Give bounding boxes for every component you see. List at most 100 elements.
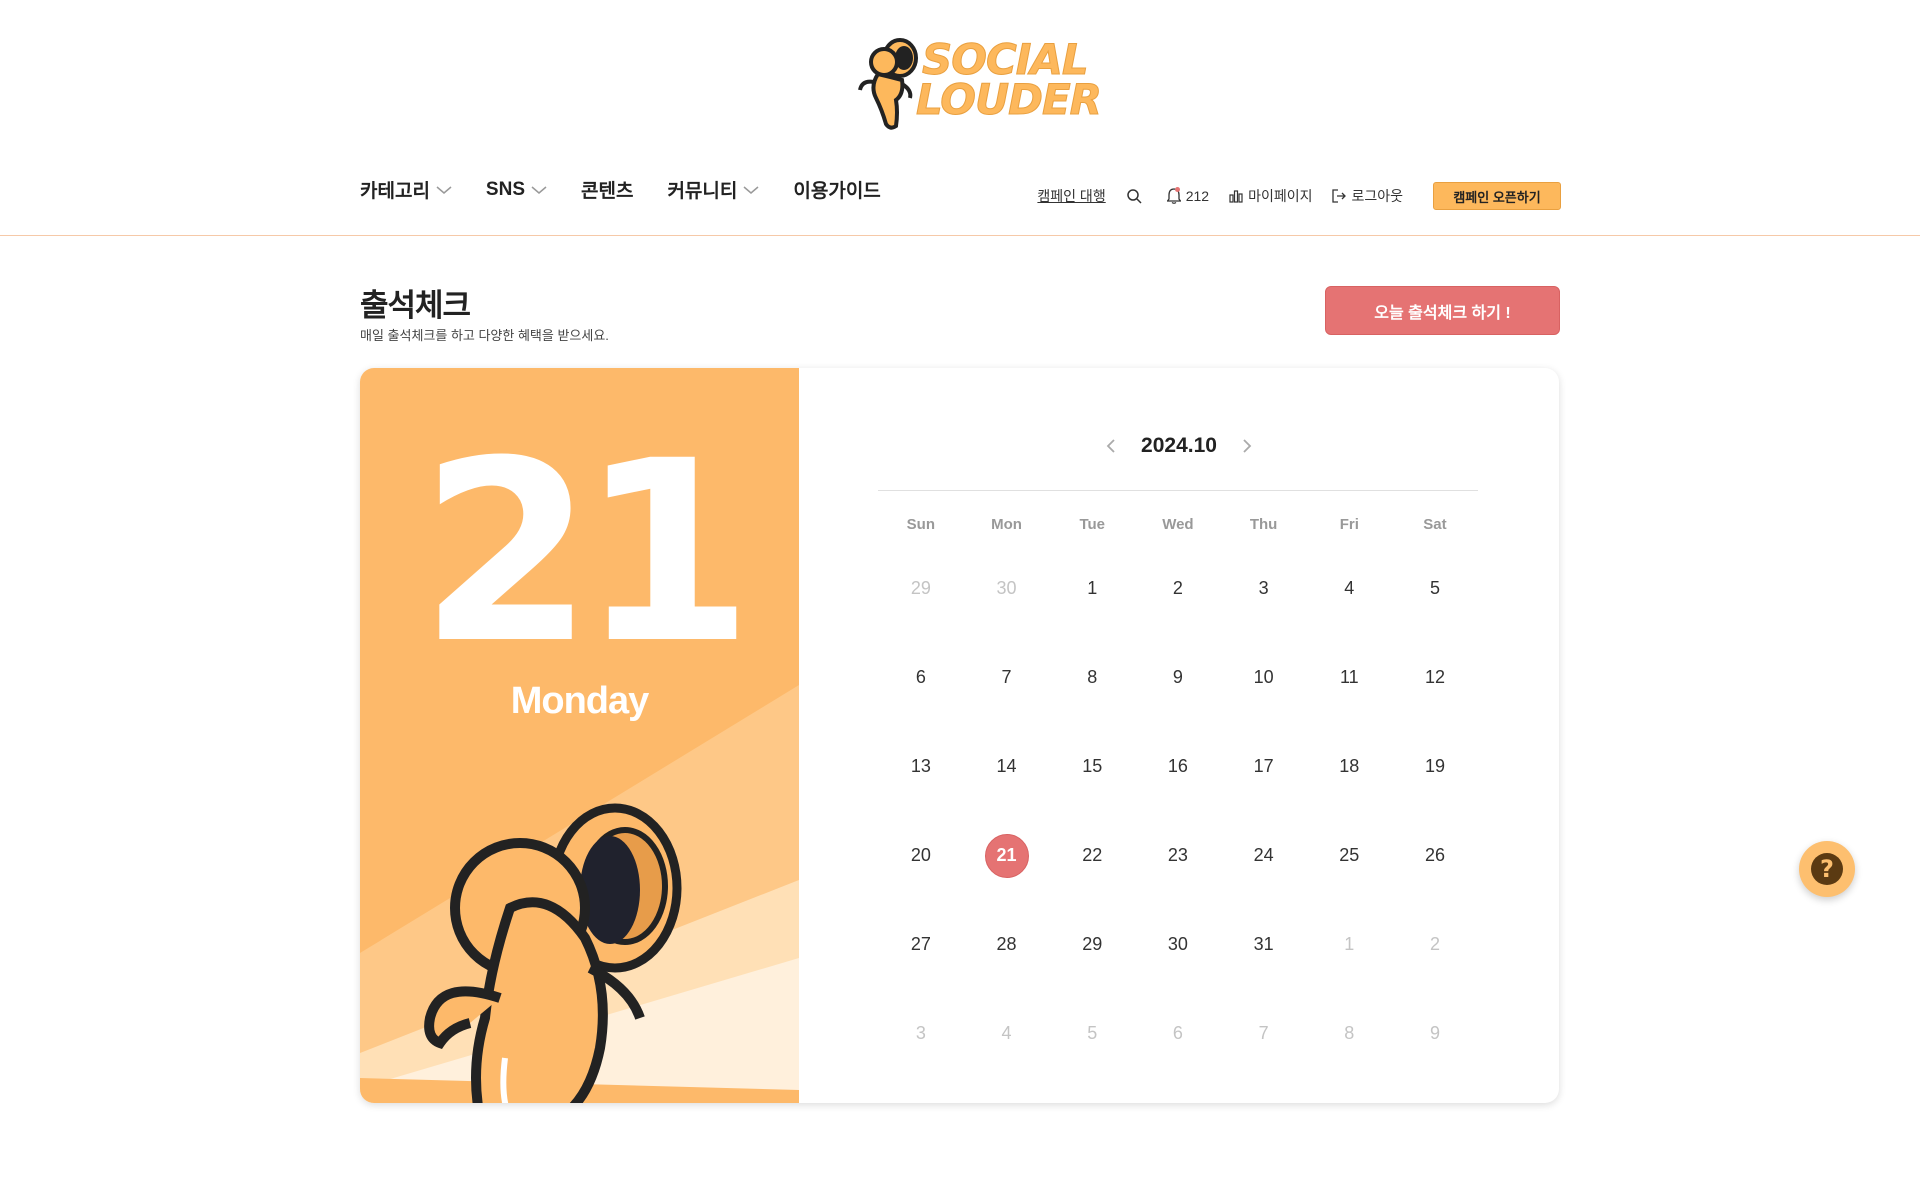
next-month-button[interactable] [1239, 436, 1255, 456]
weekday-label: Mon [991, 516, 1022, 533]
calendar-day[interactable]: 20 [878, 828, 964, 917]
calendar-day[interactable]: 25 [1306, 828, 1392, 917]
calendar-day[interactable]: 4 [1306, 560, 1392, 649]
calendar-day-number: 24 [1253, 845, 1274, 866]
calendar-day-number: 31 [1253, 934, 1274, 955]
calendar-day-number: 6 [1172, 1023, 1183, 1044]
attendance-check-button[interactable]: 오늘 출석체크 하기 ! [1325, 286, 1560, 335]
brand-logo[interactable]: SOCIAL LOUDER [856, 38, 1102, 134]
chart-bar-icon [1229, 190, 1243, 203]
calendar-day[interactable]: 12 [1392, 649, 1478, 738]
calendar-day[interactable]: 3 [878, 1006, 964, 1095]
calendar-day[interactable]: 29 [878, 560, 964, 649]
chevron-right-icon [1243, 439, 1252, 453]
prev-month-button[interactable] [1103, 436, 1119, 456]
calendar-day-today[interactable]: 21 [964, 828, 1050, 917]
nav-item-label: 이용가이드 [793, 181, 881, 202]
calendar-day[interactable]: 18 [1306, 738, 1392, 827]
calendar-day[interactable]: 3 [1221, 560, 1307, 649]
calendar-day[interactable]: 22 [1049, 828, 1135, 917]
nav-item-label: SNS [485, 178, 525, 200]
chevron-down-icon [436, 185, 452, 194]
calendar-day[interactable]: 26 [1392, 828, 1478, 917]
calendar-day[interactable]: 30 [964, 560, 1050, 649]
nav-item-contents[interactable]: 콘텐츠 [581, 176, 633, 203]
calendar-day[interactable]: 14 [964, 738, 1050, 827]
nav-item-label: 커뮤니티 [667, 181, 738, 202]
calendar-day-number: 9 [1429, 1023, 1440, 1044]
calendar-day[interactable]: 11 [1306, 649, 1392, 738]
calendar-day-number: 2 [1429, 934, 1440, 955]
calendar-day[interactable]: 31 [1221, 917, 1307, 1006]
calendar-day[interactable]: 24 [1221, 828, 1307, 917]
calendar-week-row: 13 14 15 16 17 18 19 [878, 738, 1478, 827]
mypage-link[interactable]: 마이페이지 [1229, 186, 1312, 206]
calendar-day-number: 9 [1172, 666, 1183, 687]
calendar-day[interactable]: 2 [1392, 917, 1478, 1006]
page-title: 출석체크 [360, 288, 471, 323]
astronaut-illustration-icon [424, 803, 682, 1103]
weekday-label: Tue [1079, 516, 1105, 533]
chevron-down-icon [531, 185, 547, 194]
calendar-day[interactable]: 30 [1135, 917, 1221, 1006]
campaign-agency-link[interactable]: 캠페인 대행 [1037, 186, 1105, 206]
calendar-day[interactable]: 29 [1049, 917, 1135, 1006]
calendar-day-number: 8 [1087, 666, 1098, 687]
open-campaign-button[interactable]: 캠페인 오픈하기 [1433, 182, 1561, 210]
nav-item-guide[interactable]: 이용가이드 [793, 176, 880, 203]
calendar-day-number: 26 [1424, 845, 1445, 866]
calendar-day-number: 5 [1087, 1023, 1098, 1044]
calendar-day-number: 30 [996, 577, 1017, 598]
nav-item-community[interactable]: 커뮤니티 [667, 176, 759, 203]
calendar-day[interactable]: 17 [1221, 738, 1307, 827]
calendar-day[interactable]: 9 [1392, 1006, 1478, 1095]
logout-link[interactable]: 로그아웃 [1332, 186, 1403, 206]
calendar-day[interactable]: 19 [1392, 738, 1478, 827]
calendar-day[interactable]: 23 [1135, 828, 1221, 917]
calendar-day-number: 4 [1001, 1023, 1012, 1044]
weekday-header: Sun Mon Tue Wed Thu Fri Sat [878, 516, 1478, 533]
brand-wordmark: SOCIAL LOUDER [916, 38, 1103, 124]
calendar-day[interactable]: 4 [964, 1006, 1050, 1095]
month-label: 2024.10 [1141, 434, 1217, 457]
calendar-day-number: 25 [1339, 845, 1360, 866]
notification-button[interactable]: 212 [1166, 187, 1210, 204]
calendar-day[interactable]: 13 [878, 738, 964, 827]
calendar-day-number: 6 [915, 666, 926, 687]
brand-line-2: LOUDER [916, 75, 1103, 124]
calendar-day[interactable]: 1 [1306, 917, 1392, 1006]
nav-item-category[interactable]: 카테고리 [360, 176, 452, 203]
calendar-day-number: 3 [915, 1023, 926, 1044]
calendar-week-row: 29 30 1 2 3 4 5 [878, 560, 1478, 649]
calendar-day[interactable]: 6 [878, 649, 964, 738]
calendar-day[interactable]: 5 [1049, 1006, 1135, 1095]
calendar-day[interactable]: 8 [1049, 649, 1135, 738]
calendar-day[interactable]: 15 [1049, 738, 1135, 827]
notification-count: 212 [1185, 188, 1210, 204]
calendar-day[interactable]: 28 [964, 917, 1050, 1006]
calendar-day[interactable]: 6 [1135, 1006, 1221, 1095]
calendar-day[interactable]: 5 [1392, 560, 1478, 649]
search-button[interactable] [1126, 188, 1147, 204]
weekday-label: Fri [1339, 516, 1359, 533]
calendar-day[interactable]: 9 [1135, 649, 1221, 738]
calendar-day[interactable]: 1 [1049, 560, 1135, 649]
help-button[interactable]: ? [1799, 841, 1855, 897]
nav-item-sns[interactable]: SNS [486, 179, 547, 201]
logout-label: 로그아웃 [1351, 188, 1403, 204]
calendar-week-row: 3 4 5 6 7 8 9 [878, 1006, 1478, 1095]
calendar-day[interactable]: 27 [878, 917, 964, 1006]
calendar-day-number: 7 [1001, 666, 1012, 687]
calendar-day[interactable]: 8 [1306, 1006, 1392, 1095]
calendar-day-number: 23 [1167, 845, 1188, 866]
calendar-day-number: 14 [996, 755, 1017, 776]
weekday-label: Sun [906, 516, 936, 533]
calendar-day[interactable]: 7 [1221, 1006, 1307, 1095]
calendar-day[interactable]: 7 [964, 649, 1050, 738]
calendar-day[interactable]: 10 [1221, 649, 1307, 738]
calendar-day[interactable]: 16 [1135, 738, 1221, 827]
calendar-day[interactable]: 2 [1135, 560, 1221, 649]
calendar-week-row: 27 28 29 30 31 1 2 [878, 917, 1478, 1006]
calendar-day-number: 16 [1167, 755, 1188, 776]
notification-dot [1174, 187, 1180, 192]
